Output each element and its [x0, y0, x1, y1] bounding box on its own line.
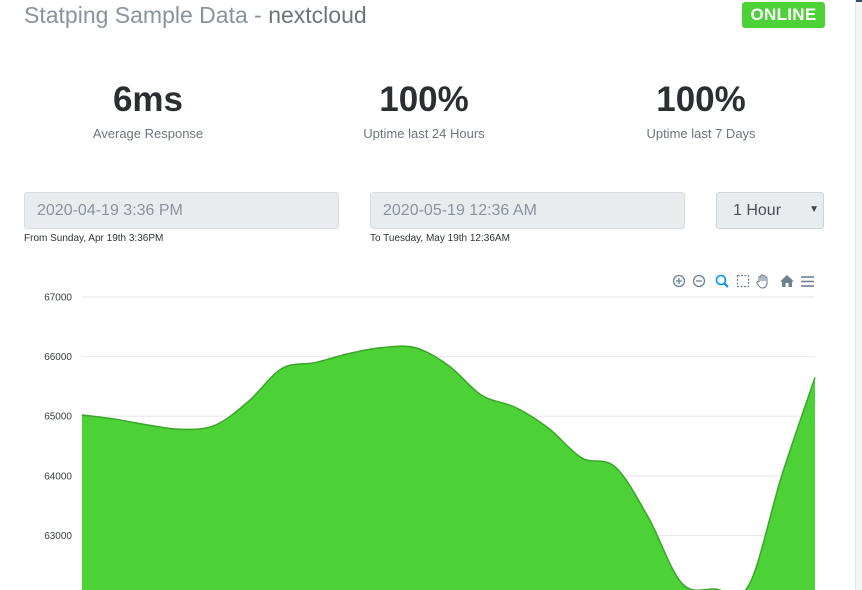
status-badge: ONLINE: [742, 2, 825, 28]
response-time-chart: 67000 66000 65000 64000 63000: [44, 293, 816, 590]
interval-select[interactable]: 1 Hour ▼: [716, 192, 824, 229]
y-tick-label: 65000: [44, 412, 72, 423]
end-date-input[interactable]: 2020-05-19 12:36 AM: [370, 192, 685, 229]
page-title: Statping Sample Data - nextcloud: [24, 2, 367, 29]
y-tick-label: 64000: [44, 471, 72, 482]
chevron-down-icon: ▼: [809, 204, 819, 215]
stat-value: 100%: [379, 80, 469, 119]
service-name: nextcloud: [268, 2, 367, 28]
stat-label: Uptime last 7 Days: [646, 126, 756, 141]
service-card: Statping Sample Data - nextcloud ONLINE …: [0, 0, 856, 590]
stat-label: Uptime last 24 Hours: [363, 126, 485, 141]
y-tick-label: 63000: [44, 531, 72, 542]
start-date-caption: From Sunday, Apr 19th 3:36PM: [24, 233, 164, 244]
stat-label: Average Response: [92, 126, 204, 141]
y-tick-label: 66000: [44, 352, 72, 363]
start-date-input[interactable]: 2020-04-19 3:36 PM: [24, 192, 339, 229]
stat-value: 100%: [656, 80, 746, 119]
title-prefix: Statping Sample Data: [24, 2, 248, 28]
stat-average-response: 6ms Average Response: [23, 80, 273, 141]
stat-value: 6ms: [112, 80, 184, 119]
end-date-caption: To Tuesday, May 19th 12:36AM: [370, 233, 510, 244]
title-separator: -: [254, 2, 262, 28]
interval-selected-label: 1 Hour: [733, 202, 782, 219]
stat-uptime-7d: 100% Uptime last 7 Days: [576, 80, 826, 141]
stat-uptime-24h: 100% Uptime last 24 Hours: [299, 80, 549, 141]
y-axis-ticks: 67000 66000 65000 64000 63000: [44, 293, 72, 542]
series-area: [82, 346, 815, 590]
y-tick-label: 67000: [44, 293, 72, 304]
